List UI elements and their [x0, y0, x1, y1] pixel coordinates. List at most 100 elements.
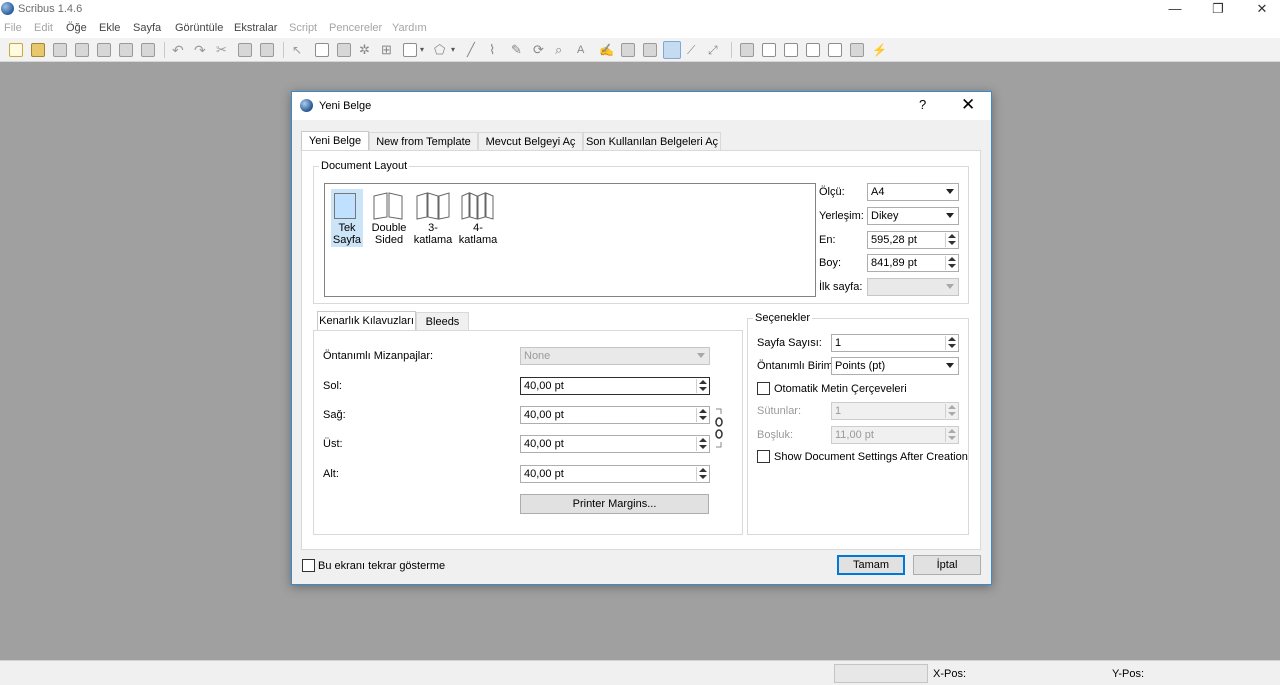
- minimize-button[interactable]: —: [1160, 0, 1190, 18]
- polygon-dropdown-icon[interactable]: ▾: [451, 43, 465, 57]
- columns-spinbox[interactable]: 1: [831, 402, 959, 420]
- pdf-text-annotation-icon[interactable]: [850, 43, 864, 57]
- page-width-spinbox[interactable]: 595,28 pt: [867, 231, 959, 249]
- menu-help[interactable]: Yardım: [392, 22, 427, 34]
- spin-arrows-icon[interactable]: [696, 379, 708, 393]
- help-button[interactable]: ?: [919, 97, 926, 112]
- window-close-button[interactable]: ✕: [1247, 0, 1277, 18]
- freehand-icon[interactable]: ✎: [511, 43, 525, 57]
- tab-new-document[interactable]: Yeni Belge: [301, 131, 369, 152]
- spin-arrows-icon[interactable]: [696, 467, 708, 481]
- copy-properties-icon[interactable]: ⟋: [687, 43, 701, 57]
- menu-extras[interactable]: Ekstralar: [234, 22, 277, 34]
- bezier-icon[interactable]: ⌇: [489, 43, 503, 57]
- tab-new-from-template[interactable]: New from Template: [369, 132, 478, 152]
- auto-text-frames-checkbox[interactable]: [757, 382, 770, 395]
- line-icon[interactable]: ╱: [467, 43, 481, 57]
- page-height-spinbox[interactable]: 841,89 pt: [867, 254, 959, 272]
- text-frame-icon[interactable]: [315, 43, 329, 57]
- preset-layouts-label: Öntanımlı Mizanpajlar:: [323, 350, 434, 362]
- unlink-frames-icon[interactable]: [643, 43, 657, 57]
- pdf-push-button-icon[interactable]: [740, 43, 754, 57]
- shape-dropdown-icon[interactable]: ▾: [420, 43, 434, 57]
- layout-option-4fold[interactable]: 4- katlama: [457, 189, 499, 247]
- render-frame-icon[interactable]: ✲: [359, 43, 373, 57]
- cancel-button[interactable]: İptal: [913, 555, 981, 575]
- dialog-close-button[interactable]: ✕: [961, 95, 975, 115]
- preflight-icon[interactable]: [119, 43, 133, 57]
- redo-icon[interactable]: ↷: [194, 43, 208, 57]
- pdf-link-annotation-icon[interactable]: ⚡: [872, 43, 887, 57]
- menu-item[interactable]: Öğe: [66, 22, 87, 34]
- spin-arrows-icon[interactable]: [945, 428, 957, 442]
- story-editor-icon[interactable]: ✍: [599, 43, 614, 57]
- select-icon[interactable]: ↖: [292, 43, 306, 57]
- paste-icon[interactable]: [260, 43, 274, 57]
- measurements-icon[interactable]: [663, 41, 681, 59]
- menu-insert[interactable]: Ekle: [99, 22, 120, 34]
- menu-edit[interactable]: Edit: [34, 22, 53, 34]
- spin-arrows-icon[interactable]: [945, 336, 957, 350]
- left-margin-spinbox[interactable]: 40,00 pt: [520, 377, 710, 395]
- polygon-icon[interactable]: ⬠: [434, 43, 448, 57]
- main-toolbar: ↶ ↷ ✂ ↖ ✲ ⊞ ▾ ⬠ ▾ ╱ ⌇ ✎ ⟳ ⌕ A ✍ ⟋ ⤢ ⚡: [0, 38, 1280, 62]
- menu-view[interactable]: Görüntüle: [175, 22, 223, 34]
- app-title: Scribus 1.4.6: [18, 3, 83, 15]
- spin-arrows-icon[interactable]: [945, 233, 957, 247]
- preset-layouts-combobox[interactable]: None: [520, 347, 710, 365]
- link-frames-icon[interactable]: [621, 43, 635, 57]
- edit-text-icon[interactable]: A: [577, 43, 591, 57]
- print-icon[interactable]: [97, 43, 111, 57]
- close-document-icon[interactable]: [75, 43, 89, 57]
- tab-bleeds[interactable]: Bleeds: [416, 312, 469, 331]
- link-margins-chain-icon[interactable]: [715, 408, 723, 448]
- new-document-dialog: Yeni Belge ? ✕ Yeni Belge New from Templ…: [291, 91, 992, 585]
- printer-margins-button[interactable]: Printer Margins...: [520, 494, 709, 514]
- pdf-listbox-icon[interactable]: [828, 43, 842, 57]
- show-settings-checkbox[interactable]: [757, 450, 770, 463]
- right-margin-spinbox[interactable]: 40,00 pt: [520, 406, 710, 424]
- maximize-button[interactable]: ❐: [1203, 0, 1233, 18]
- open-document-icon[interactable]: [31, 43, 45, 57]
- layout-option-3fold[interactable]: 3- katlama: [412, 189, 454, 247]
- spin-arrows-icon[interactable]: [945, 404, 957, 418]
- layout-option-double[interactable]: Double Sided: [369, 189, 409, 247]
- tab-open-recent[interactable]: Son Kullanılan Belgeleri Aç: [583, 132, 721, 152]
- tab-open-existing[interactable]: Mevcut Belgeyi Aç: [478, 132, 583, 152]
- page-count-spinbox[interactable]: 1: [831, 334, 959, 352]
- cut-icon[interactable]: ✂: [216, 43, 230, 57]
- pdf-combobox-icon[interactable]: [806, 43, 820, 57]
- export-pdf-icon[interactable]: [141, 43, 155, 57]
- menu-windows[interactable]: Pencereler: [329, 22, 382, 34]
- rotate-icon[interactable]: ⟳: [533, 43, 547, 57]
- table-icon[interactable]: ⊞: [381, 43, 395, 57]
- top-margin-spinbox[interactable]: 40,00 pt: [520, 435, 710, 453]
- save-icon[interactable]: [53, 43, 67, 57]
- pdf-checkbox-icon[interactable]: [784, 43, 798, 57]
- spin-arrows-icon[interactable]: [945, 256, 957, 270]
- tab-margin-guides[interactable]: Kenarlık Kılavuzları: [317, 311, 416, 331]
- status-bar: [0, 660, 1280, 685]
- ok-button[interactable]: Tamam: [837, 555, 905, 575]
- dont-show-again-checkbox[interactable]: [302, 559, 315, 572]
- orientation-combobox[interactable]: Dikey: [867, 207, 959, 225]
- shape-icon[interactable]: [403, 43, 417, 57]
- pdf-text-field-icon[interactable]: [762, 43, 776, 57]
- undo-icon[interactable]: ↶: [172, 43, 186, 57]
- spin-arrows-icon[interactable]: [696, 408, 708, 422]
- new-document-icon[interactable]: [9, 43, 23, 57]
- page-size-combobox[interactable]: A4: [867, 183, 959, 201]
- menu-file[interactable]: File: [4, 22, 22, 34]
- menu-script[interactable]: Script: [289, 22, 317, 34]
- zoom-icon[interactable]: ⌕: [555, 43, 569, 57]
- eyedropper-icon[interactable]: ⤢: [708, 43, 722, 57]
- first-page-combobox[interactable]: [867, 278, 959, 296]
- menu-page[interactable]: Sayfa: [133, 22, 161, 34]
- copy-icon[interactable]: [238, 43, 252, 57]
- default-unit-combobox[interactable]: Points (pt): [831, 357, 959, 375]
- bottom-margin-spinbox[interactable]: 40,00 pt: [520, 465, 710, 483]
- gap-spinbox[interactable]: 11,00 pt: [831, 426, 959, 444]
- image-frame-icon[interactable]: [337, 43, 351, 57]
- spin-arrows-icon[interactable]: [696, 437, 708, 451]
- layout-option-single[interactable]: Tek Sayfa: [331, 189, 363, 247]
